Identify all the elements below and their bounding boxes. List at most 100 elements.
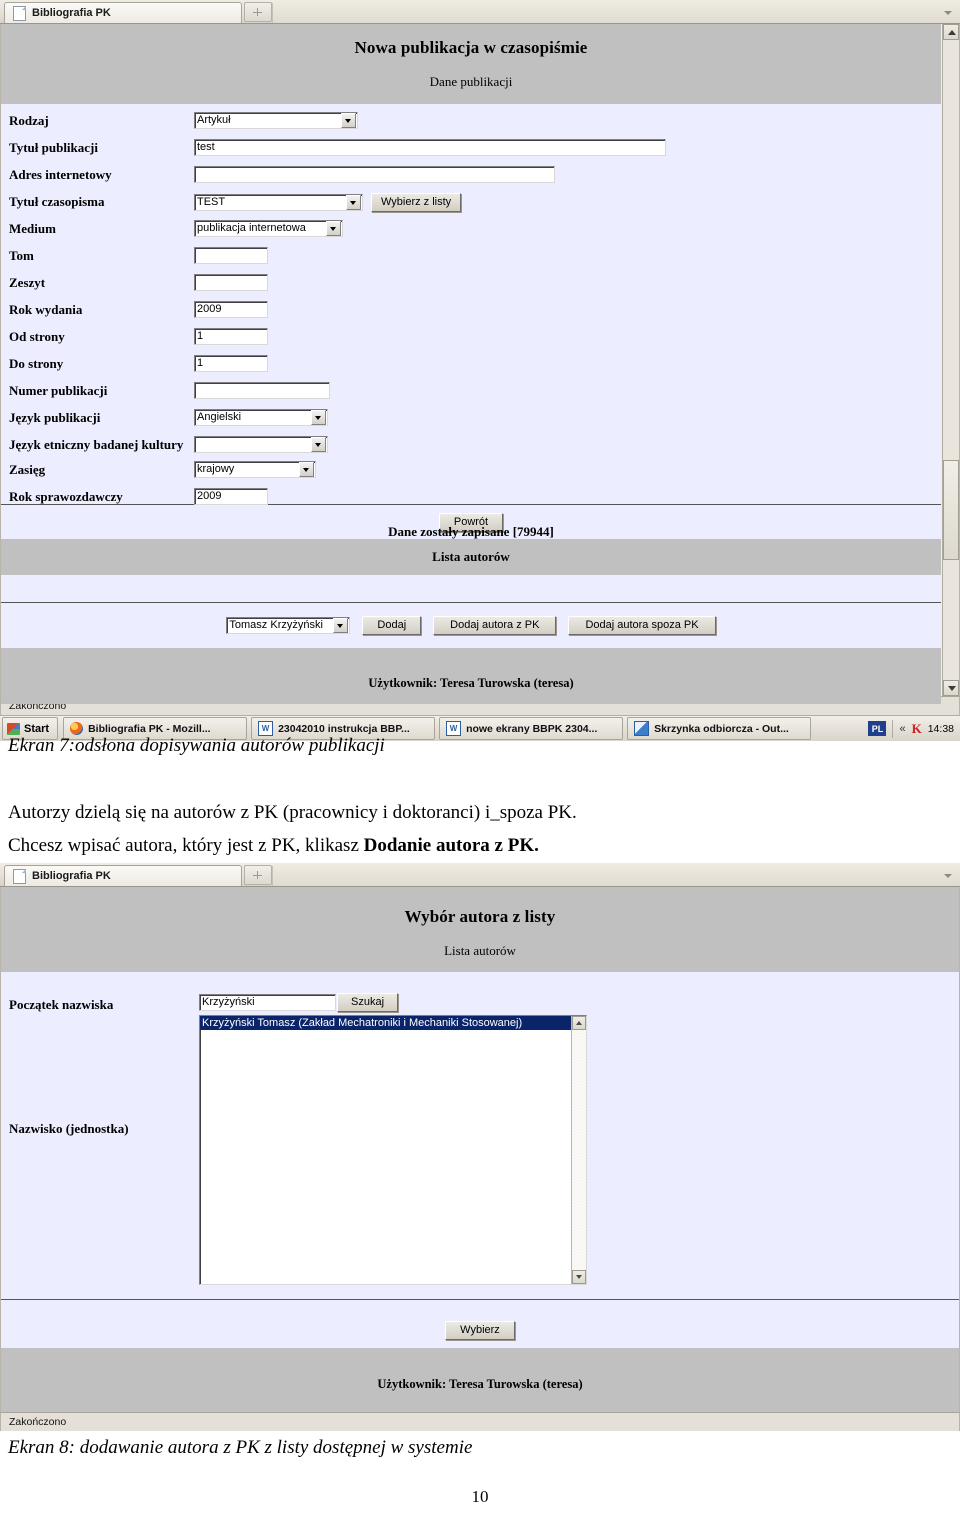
input-poczatek-nazwiska[interactable]: Krzyżyński bbox=[199, 994, 336, 1011]
chevron-down-icon[interactable] bbox=[311, 437, 326, 452]
input-od-strony[interactable]: 1 bbox=[194, 328, 268, 345]
input-do-strony[interactable]: 1 bbox=[194, 355, 268, 372]
taskbar-item-label: 23042010 instrukcja BBP... bbox=[278, 722, 410, 735]
field-row-jezyk-publikacji: Język publikacji Angielski bbox=[1, 409, 941, 431]
paragraph-line-2-emphasis: Dodanie autora z PK. bbox=[363, 835, 539, 856]
page-content-1: Nowa publikacja w czasopiśmie Dane publi… bbox=[0, 24, 960, 704]
chevron-down-icon[interactable] bbox=[346, 195, 361, 210]
new-tab-icon[interactable] bbox=[244, 864, 272, 885]
caption-ekran-7: Ekran 7:odsłona dopisywania autorów publ… bbox=[8, 735, 385, 756]
select-jezyk-publikacji[interactable]: Angielski bbox=[194, 409, 328, 426]
scroll-down-arrow-icon[interactable] bbox=[943, 680, 959, 696]
input-rok-sprawozdawczy[interactable]: 2009 bbox=[194, 488, 268, 505]
footer-user-2: Użytkownik: Teresa Turowska (teresa) bbox=[377, 1377, 583, 1391]
label-rok-sprawozdawczy: Rok sprawozdawczy bbox=[9, 489, 123, 504]
chevron-down-icon[interactable] bbox=[341, 113, 356, 128]
firefox-icon bbox=[70, 722, 84, 735]
input-tytul-publikacji[interactable]: test bbox=[194, 139, 666, 156]
wybierz-z-listy-button[interactable]: Wybierz z listy bbox=[371, 193, 462, 212]
chevron-down-icon[interactable] bbox=[326, 221, 341, 236]
input-adres-internetowy[interactable] bbox=[194, 166, 555, 183]
label-zasieg: Zasięg bbox=[9, 462, 46, 477]
page-header-band-1: Nowa publikacja w czasopiśmie Dane publi… bbox=[1, 24, 941, 104]
taskbar-item-label: nowe ekrany BBPK 2304... bbox=[466, 722, 598, 735]
new-tab-icon[interactable] bbox=[244, 1, 272, 22]
browser-tab-bibliografia-2[interactable]: Bibliografia PK bbox=[4, 865, 242, 886]
dodaj-autora-z-pk-button[interactable]: Dodaj autora z PK bbox=[433, 616, 557, 635]
szukaj-button[interactable]: Szukaj bbox=[337, 993, 399, 1012]
page-scrollbar-1[interactable] bbox=[942, 24, 959, 696]
field-row-tytul-publikacji: Tytuł publikacji test bbox=[1, 139, 941, 161]
chevron-down-icon[interactable] bbox=[299, 462, 314, 477]
input-numer-publikacji[interactable] bbox=[194, 382, 330, 399]
scrollbar-track-1[interactable] bbox=[943, 40, 959, 680]
field-row-medium: Medium publikacja internetowa bbox=[1, 220, 941, 242]
select-medium[interactable]: publikacja internetowa bbox=[194, 220, 343, 237]
chevron-down-icon[interactable] bbox=[333, 618, 349, 633]
label-tytul-publikacji: Tytuł publikacji bbox=[9, 140, 98, 155]
section-heading-lista-autorow-2: Lista autorów bbox=[444, 943, 516, 958]
listbox-scrollbar[interactable] bbox=[571, 1016, 586, 1284]
field-row-zeszyt: Zeszyt bbox=[1, 274, 941, 296]
scroll-down-arrow-icon[interactable] bbox=[572, 1270, 586, 1284]
browser-tab-bibliografia-1[interactable]: Bibliografia PK bbox=[4, 2, 242, 23]
select-rodzaj-value: Artykuł bbox=[197, 114, 231, 126]
publication-form: Rodzaj Artykuł Tytuł publikacji test Adr… bbox=[1, 104, 941, 539]
input-zeszyt[interactable] bbox=[194, 274, 268, 291]
authors-heading: Lista autorów bbox=[432, 549, 510, 564]
scroll-up-arrow-icon[interactable] bbox=[943, 24, 959, 40]
label-zeszyt: Zeszyt bbox=[9, 275, 46, 290]
label-jezyk-publikacji: Język publikacji bbox=[9, 410, 101, 425]
wybierz-button[interactable]: Wybierz bbox=[445, 1321, 515, 1340]
author-results-listbox[interactable]: Krzyżyński Tomasz (Zakład Mechatroniki i… bbox=[199, 1015, 587, 1285]
browser-window-screen2: Bibliografia PK Wybór autora z listy Lis… bbox=[0, 863, 960, 1431]
caption-ekran-8: Ekran 8: dodawanie autora z PK z listy d… bbox=[8, 1437, 473, 1458]
chevron-down-icon[interactable] bbox=[944, 874, 952, 878]
listbox-scrollbar-track[interactable] bbox=[572, 1030, 586, 1270]
scroll-up-arrow-icon[interactable] bbox=[572, 1016, 586, 1030]
authors-empty-band bbox=[1, 575, 941, 602]
dodaj-autora-spoza-pk-button[interactable]: Dodaj autora spoza PK bbox=[568, 616, 716, 635]
authors-heading-band: Lista autorów bbox=[1, 539, 941, 575]
select-rodzaj[interactable]: Artykuł bbox=[194, 112, 358, 129]
page-number: 10 bbox=[471, 1487, 489, 1506]
taskbar-item-label: Skrzynka odbiorcza - Out... bbox=[654, 722, 789, 735]
tray-expand-chevron-icon[interactable]: « bbox=[899, 723, 905, 735]
label-rodzaj: Rodzaj bbox=[9, 113, 49, 128]
label-jezyk-etniczny-badanej-kultury: Język etniczny badanej kultury bbox=[9, 437, 184, 452]
input-rok-wydania[interactable]: 2009 bbox=[194, 301, 268, 318]
document-icon bbox=[13, 868, 26, 884]
field-row-rok-sprawozdawczy: Rok sprawozdawczy 2009 bbox=[1, 488, 941, 510]
select-author[interactable]: Tomasz Krzyżyński bbox=[226, 617, 351, 634]
field-row-do-strony: Do strony 1 bbox=[1, 355, 941, 377]
select-jezyk-etniczny[interactable] bbox=[194, 436, 328, 453]
chevron-down-icon[interactable] bbox=[944, 11, 952, 15]
dodaj-button[interactable]: Dodaj bbox=[362, 616, 422, 635]
label-adres-internetowy: Adres internetowy bbox=[9, 167, 112, 182]
paragraph-line-2: Chcesz wpisać autora, który jest z PK, k… bbox=[8, 833, 952, 858]
select-tytul-czasopisma-value: TEST bbox=[197, 196, 226, 208]
tab-strip-empty-area-2 bbox=[272, 866, 960, 886]
label-poczatek-nazwiska: Początek nazwiska bbox=[9, 997, 114, 1012]
language-indicator[interactable]: PL bbox=[868, 721, 887, 736]
chevron-down-icon[interactable] bbox=[311, 410, 326, 425]
paragraph-line-1: Autorzy dzielą się na autorów z PK (prac… bbox=[8, 802, 577, 823]
page-header-band-2: Wybór autora z listy Lista autorów bbox=[1, 887, 959, 972]
select-zasieg[interactable]: krajowy bbox=[194, 461, 316, 478]
clock[interactable]: 14:38 bbox=[928, 723, 954, 735]
select-author-value: Tomasz Krzyżyński bbox=[229, 619, 323, 631]
word-icon bbox=[258, 721, 274, 736]
list-item[interactable]: Krzyżyński Tomasz (Zakład Mechatroniki i… bbox=[200, 1016, 586, 1030]
input-tom[interactable] bbox=[194, 247, 268, 264]
scrollbar-thumb-1[interactable] bbox=[943, 460, 959, 560]
label-medium: Medium bbox=[9, 221, 56, 236]
section-heading-dane-publikacji: Dane publikacji bbox=[429, 74, 513, 89]
field-row-tytul-czasopisma: Tytuł czasopisma TEST Wybierz z listy bbox=[1, 193, 941, 215]
field-row-rok-wydania: Rok wydania 2009 bbox=[1, 301, 941, 323]
author-search-area: Początek nazwiska Krzyżyński Szukaj Nazw… bbox=[1, 972, 959, 1348]
paragraph-line-2-text: Chcesz wpisać autora, który jest z PK, k… bbox=[8, 835, 364, 856]
start-label: Start bbox=[24, 722, 50, 735]
select-tytul-czasopisma[interactable]: TEST bbox=[194, 194, 363, 211]
page-content-2: Wybór autora z listy Lista autorów Począ… bbox=[0, 887, 960, 1412]
page-title-1: Nowa publikacja w czasopiśmie bbox=[354, 38, 588, 57]
